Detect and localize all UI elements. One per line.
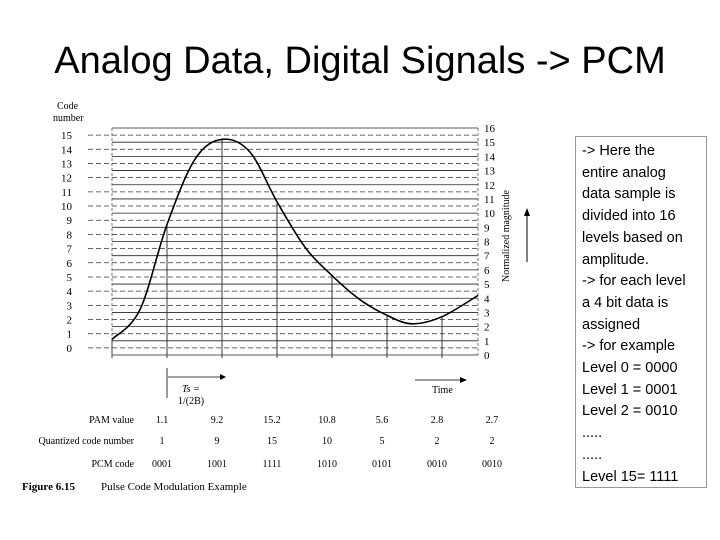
- note-line: -> for example: [582, 338, 676, 355]
- magnitude-tick: 0: [484, 350, 490, 362]
- table-cell: 1.1: [156, 415, 169, 426]
- magnitude-tick: 10: [484, 208, 496, 220]
- note-line: -> for each level: [582, 273, 686, 290]
- magnitude-tick: 12: [484, 180, 495, 192]
- code-number: 3: [67, 300, 73, 312]
- figure-caption-number: Figure 6.15: [22, 481, 75, 493]
- code-number: 6: [67, 258, 73, 270]
- table-cell: 2: [435, 436, 440, 447]
- note-line: levels based on: [582, 229, 683, 246]
- arrow-head-icon: [460, 377, 467, 383]
- code-number: 11: [61, 187, 72, 199]
- code-number: 0: [67, 343, 73, 355]
- magnitude-tick: 1: [484, 336, 490, 348]
- table-cell: 5: [380, 436, 385, 447]
- row-label: Quantized code number: [38, 436, 134, 447]
- magnitude-tick: 14: [484, 151, 496, 163]
- slide: Analog Data, Digital Signals -> PCM 0123…: [0, 0, 720, 540]
- time-label: Time: [432, 385, 453, 396]
- note-line: a 4 bit data is: [582, 294, 669, 311]
- table-cell: 2.7: [486, 415, 499, 426]
- code-number: 13: [61, 158, 73, 170]
- code-number: 5: [67, 272, 73, 284]
- arrow-head-icon: [220, 374, 226, 380]
- table-cell: 2: [490, 436, 495, 447]
- magnitude-tick: 5: [484, 279, 490, 291]
- note-line: entire analog: [582, 164, 666, 181]
- code-axis-label: Code: [57, 101, 79, 112]
- magnitude-tick: 11: [484, 194, 495, 206]
- note-line: Level 2 = 0010: [582, 403, 678, 420]
- axis-labels: 0123456789101112131415160123456789101112…: [53, 101, 530, 407]
- magnitude-tick: 3: [484, 307, 490, 319]
- table-cell: 15: [267, 436, 277, 447]
- magnitude-tick: 4: [484, 293, 490, 305]
- code-axis-label: number: [53, 113, 84, 124]
- figure-caption: Pulse Code Modulation Example: [101, 481, 247, 493]
- ts-label: Ts =: [182, 384, 200, 395]
- row-label: PAM value: [89, 415, 134, 426]
- code-number: 1: [67, 329, 73, 341]
- table-cell: 0001: [152, 459, 172, 470]
- magnitude-axis-label: Normalized magnitude: [501, 190, 512, 282]
- note-line: assigned: [582, 316, 641, 333]
- note-line: data sample is: [582, 186, 676, 203]
- ts-label: 1/(2B): [178, 396, 204, 407]
- arrow-head-icon: [524, 208, 530, 216]
- table-cell: 9.2: [211, 415, 224, 426]
- table-cell: 1: [160, 436, 165, 447]
- code-number: 8: [67, 229, 73, 241]
- code-number: 4: [67, 286, 73, 298]
- table-cell: 15.2: [263, 415, 281, 426]
- table-cell: 1010: [317, 459, 337, 470]
- code-number: 12: [61, 173, 72, 185]
- explanation-textbox: -> Here the entire analog data sample is di…: [575, 136, 707, 488]
- note-line: amplitude.: [582, 251, 649, 268]
- code-number: 10: [61, 201, 73, 213]
- table-cell: 5.6: [376, 415, 389, 426]
- magnitude-tick: 6: [484, 265, 490, 277]
- code-number: 15: [61, 130, 73, 142]
- table-cell: 10: [322, 436, 332, 447]
- table-cell: 9: [215, 436, 220, 447]
- magnitude-tick: 2: [484, 322, 490, 334]
- table-cell: 0010: [482, 459, 502, 470]
- code-number: 9: [67, 215, 73, 227]
- code-number: 14: [61, 144, 73, 156]
- table-cell: 0010: [427, 459, 447, 470]
- magnitude-tick: 8: [484, 237, 490, 249]
- table-cell: 1111: [263, 459, 282, 470]
- magnitude-tick: 13: [484, 166, 496, 178]
- row-label: PCM code: [92, 459, 135, 470]
- code-number: 7: [67, 244, 73, 256]
- magnitude-tick: 9: [484, 222, 490, 234]
- note-line: Level 1 = 0001: [582, 381, 678, 398]
- table-cell: 1001: [207, 459, 227, 470]
- note-line: Level 0 = 0000: [582, 360, 678, 377]
- table-cell: 10.8: [318, 415, 336, 426]
- magnitude-tick: 15: [484, 137, 496, 149]
- note-line: .....: [582, 446, 603, 463]
- code-number: 2: [67, 315, 73, 327]
- table-cell: 2.8: [431, 415, 444, 426]
- note-line: divided into 16: [582, 208, 676, 225]
- table-cell: 0101: [372, 459, 392, 470]
- magnitude-tick: 16: [484, 123, 496, 135]
- magnitude-tick: 7: [484, 251, 490, 263]
- note-line: -> Here the: [582, 143, 655, 159]
- note-line: Level 15= 1111: [582, 468, 679, 485]
- pcm-table: PAM value 1.1 9.2 15.2 10.8 5.6 2.8 2.7 Quantize…: [22, 415, 502, 493]
- note-line: .....: [582, 425, 603, 442]
